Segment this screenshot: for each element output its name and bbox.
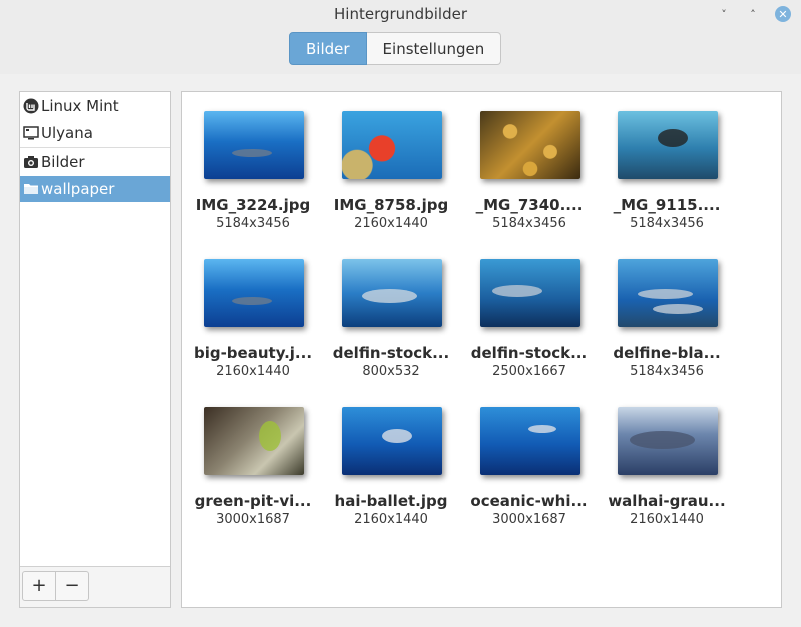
file-name: big-beauty.j... — [193, 344, 313, 362]
minimize-icon[interactable]: ˅ — [716, 6, 732, 22]
tab-bilder[interactable]: Bilder — [289, 32, 367, 65]
wallpaper-thumbnail — [204, 407, 304, 475]
sidebar-item-linux-mint[interactable]: Linux Mint — [20, 93, 170, 119]
window-title: Hintergrundbilder — [334, 5, 467, 23]
file-name: green-pit-vi... — [194, 492, 312, 510]
file-name: _MG_7340.... — [475, 196, 583, 214]
file-name: walhai-grau... — [608, 492, 726, 510]
sidebar-item-wallpaper[interactable]: wallpaper — [20, 176, 170, 202]
file-size: 3000x1687 — [492, 512, 566, 527]
image-tile[interactable]: green-pit-vi... 3000x1687 — [185, 388, 321, 528]
file-size: 5184x3456 — [630, 216, 704, 231]
sidebar-item-label: Ulyana — [41, 124, 93, 142]
file-name: oceanic-whi... — [470, 492, 588, 510]
wallpaper-thumbnail — [480, 407, 580, 475]
file-size: 2160x1440 — [630, 512, 704, 527]
file-name: delfine-bla... — [613, 344, 721, 362]
image-tile[interactable]: oceanic-whi... 3000x1687 — [461, 388, 597, 528]
camera-icon — [23, 154, 39, 170]
file-size: 5184x3456 — [630, 364, 704, 379]
remove-folder-button[interactable]: − — [55, 571, 89, 601]
image-tile[interactable]: IMG_3224.jpg 5184x3456 — [185, 92, 321, 232]
image-tile[interactable]: _MG_9115.... 5184x3456 — [599, 92, 735, 232]
add-folder-button[interactable]: + — [22, 571, 56, 601]
file-size: 3000x1687 — [216, 512, 290, 527]
file-size: 5184x3456 — [216, 216, 290, 231]
maximize-icon[interactable]: ˄ — [745, 6, 761, 22]
tab-einstellungen[interactable]: Einstellungen — [366, 32, 502, 65]
image-tile[interactable]: _MG_7340.... 5184x3456 — [461, 92, 597, 232]
wallpaper-thumbnail — [204, 111, 304, 179]
file-name: delfin-stock... — [332, 344, 450, 362]
titlebar: Hintergrundbilder ˅ ˄ ✕ Bilder Einstellu… — [0, 0, 801, 74]
image-tile[interactable]: delfine-bla... 5184x3456 — [599, 240, 735, 380]
sidebar-item-label: Bilder — [41, 153, 85, 171]
linux-mint-logo-icon — [23, 98, 39, 114]
sidebar: Linux Mint Ulyana Bilder wallpaper + − — [19, 91, 171, 608]
wallpaper-thumbnail — [342, 407, 442, 475]
file-size: 2160x1440 — [354, 512, 428, 527]
file-name: hai-ballet.jpg — [334, 492, 448, 510]
file-size: 2160x1440 — [354, 216, 428, 231]
wallpaper-thumbnail — [618, 407, 718, 475]
file-size: 2500x1667 — [492, 364, 566, 379]
sidebar-item-ulyana[interactable]: Ulyana — [20, 120, 170, 146]
wallpaper-thumbnail — [618, 259, 718, 327]
sidebar-footer: + − — [20, 566, 170, 607]
sidebar-separator — [20, 147, 170, 148]
file-size: 2160x1440 — [216, 364, 290, 379]
monitor-icon — [23, 125, 39, 141]
close-icon[interactable]: ✕ — [775, 6, 791, 22]
tab-bar: Bilder Einstellungen — [289, 32, 502, 65]
folder-icon — [23, 181, 39, 197]
image-grid: IMG_3224.jpg 5184x3456 IMG_8758.jpg 2160… — [181, 91, 782, 608]
wallpaper-thumbnail — [342, 259, 442, 327]
wallpaper-thumbnail — [618, 111, 718, 179]
file-size: 5184x3456 — [492, 216, 566, 231]
image-tile[interactable]: hai-ballet.jpg 2160x1440 — [323, 388, 459, 528]
sidebar-item-bilder[interactable]: Bilder — [20, 149, 170, 175]
file-name: IMG_3224.jpg — [195, 196, 311, 214]
image-tile[interactable]: walhai-grau... 2160x1440 — [599, 388, 735, 528]
sidebar-item-label: Linux Mint — [41, 97, 119, 115]
wallpaper-thumbnail — [480, 259, 580, 327]
image-tile[interactable]: delfin-stock... 2500x1667 — [461, 240, 597, 380]
file-size: 800x532 — [362, 364, 420, 379]
file-name: _MG_9115.... — [613, 196, 721, 214]
file-name: IMG_8758.jpg — [333, 196, 449, 214]
file-name: delfin-stock... — [470, 344, 588, 362]
sidebar-item-label: wallpaper — [41, 180, 115, 198]
wallpaper-thumbnail — [342, 111, 442, 179]
image-tile[interactable]: IMG_8758.jpg 2160x1440 — [323, 92, 459, 232]
image-tile[interactable]: delfin-stock... 800x532 — [323, 240, 459, 380]
image-tile[interactable]: big-beauty.j... 2160x1440 — [185, 240, 321, 380]
wallpaper-thumbnail — [480, 111, 580, 179]
wallpaper-thumbnail — [204, 259, 304, 327]
